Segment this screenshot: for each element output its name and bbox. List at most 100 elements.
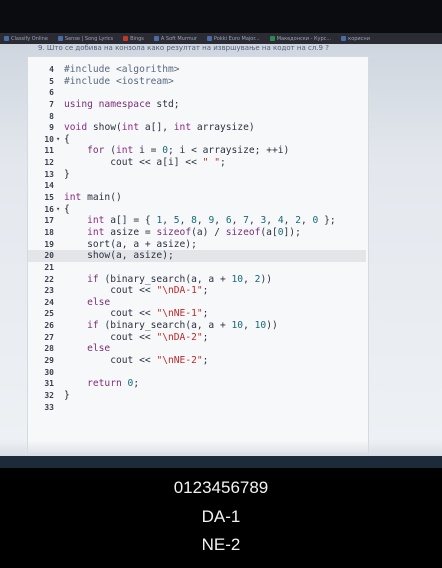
- bookmark-item[interactable]: Македонски - Курс...: [269, 35, 332, 42]
- fold-gutter: [56, 308, 64, 320]
- fold-gutter: [56, 239, 64, 251]
- fold-gutter: [56, 250, 64, 262]
- line-number: 7: [49, 99, 54, 109]
- fold-gutter: [56, 297, 64, 309]
- code-text: show(a, asize);: [87, 250, 174, 262]
- line-number: 8: [49, 111, 54, 121]
- bookmark-favicon-icon: [206, 36, 212, 41]
- code-line: 21: [28, 262, 366, 274]
- code-line: 16 ▾{: [28, 204, 366, 216]
- bookmark-favicon-icon: [269, 36, 275, 41]
- line-number: 27: [44, 332, 54, 342]
- code-text: cout << "\nNE-2";: [110, 355, 209, 367]
- code-line: 10 ▾{: [28, 134, 366, 146]
- line-number: 17: [44, 216, 54, 226]
- code-text: return 0;: [87, 378, 140, 390]
- bookmark-item[interactable]: Classify Online: [4, 36, 48, 42]
- line-number: 5: [49, 76, 54, 86]
- line-number: 26: [44, 321, 54, 331]
- line-number: 10: [44, 134, 54, 144]
- bookmark-item[interactable]: Sense | Song Lyrics: [57, 35, 114, 42]
- fold-gutter: [56, 355, 64, 367]
- code-text: {: [64, 133, 70, 145]
- fold-gutter: [56, 76, 64, 88]
- fold-gutter: [56, 285, 64, 297]
- fold-gutter: [56, 367, 64, 379]
- bookmark-label: Македонски - Курс...: [276, 35, 332, 42]
- bookmark-label: Classify Online: [11, 35, 48, 42]
- output-line-2: DA-1: [201, 507, 241, 526]
- code-line: 20 show(a, asize);: [28, 250, 366, 262]
- bookmark-item[interactable]: Pokki Euro Major...: [206, 36, 260, 42]
- fold-gutter: [56, 215, 64, 227]
- taskbar: [0, 456, 442, 468]
- bookmark-item[interactable]: корисни: [341, 36, 370, 42]
- bookmark-favicon-icon: [153, 36, 159, 41]
- fold-gutter: [56, 332, 64, 344]
- line-number: 31: [44, 379, 54, 389]
- fold-arrow-icon[interactable]: ▾: [56, 204, 64, 216]
- line-number: 14: [44, 181, 54, 191]
- fold-gutter: [56, 390, 64, 402]
- output-line-1: 0123456789: [173, 478, 269, 497]
- fold-gutter: [56, 378, 64, 390]
- code-line: 17 int a[] = { 1, 5, 8, 9, 6, 7, 3, 4, 2…: [28, 215, 366, 227]
- code-text: {: [64, 203, 70, 215]
- code-text: if (binary_search(a, a + 10, 10)): [87, 320, 278, 332]
- bookmark-favicon-icon: [123, 36, 129, 41]
- code-line: 33: [28, 402, 366, 414]
- code-text: int asize = sizeof(a) / sizeof(a[0]);: [87, 226, 301, 238]
- fold-gutter: [56, 111, 64, 123]
- code-line: 22 if (binary_search(a, a + 10, 2)): [28, 274, 366, 286]
- code-text: cout << "\nDA-1";: [110, 285, 209, 297]
- fold-gutter: [56, 320, 64, 332]
- line-number: 23: [44, 286, 54, 296]
- line-number: 29: [44, 356, 54, 366]
- bookmark-label: Sense | Song Lyrics: [64, 35, 114, 42]
- code-text: else: [87, 343, 111, 355]
- fold-arrow-icon[interactable]: ▾: [56, 134, 64, 146]
- line-number: 20: [44, 251, 54, 261]
- fold-gutter: [56, 122, 64, 134]
- line-number: 6: [49, 88, 54, 98]
- code-line: 26 if (binary_search(a, a + 10, 10)): [28, 320, 366, 332]
- code-line: 23 cout << "\nDA-1";: [28, 285, 366, 297]
- line-number: 33: [44, 402, 54, 412]
- bookmark-item[interactable]: Bings: [123, 36, 144, 42]
- bookmark-item[interactable]: A Soft Murmur: [153, 35, 197, 42]
- output-line-3: NE-2: [201, 535, 241, 554]
- code-text: if (binary_search(a, a + 10, 2)): [87, 273, 272, 285]
- line-number: 12: [44, 158, 54, 168]
- code-line: 24 else: [28, 297, 366, 309]
- bookmarks-bar: Classify Online Sense | Song Lyrics Bings A…: [0, 33, 442, 44]
- code-text: }: [64, 168, 70, 180]
- code-line: 12 cout << a[i] << " ";: [28, 157, 366, 169]
- code-text: int main(): [64, 192, 122, 204]
- code-text: int a[] = { 1, 5, 8, 9, 6, 7, 3, 4, 2, 0…: [87, 215, 336, 227]
- line-number: 13: [44, 169, 54, 179]
- line-number: 22: [44, 274, 54, 284]
- bookmark-label: A Soft Murmur: [160, 35, 197, 42]
- code-line: 15 int main(): [28, 192, 366, 204]
- code-text: using namespace std;: [64, 98, 180, 110]
- fold-gutter: [56, 192, 64, 204]
- code-line: 7 using namespace std;: [28, 99, 366, 111]
- line-number: 4: [49, 65, 54, 74]
- line-number: 15: [44, 193, 54, 203]
- fold-gutter: [56, 169, 64, 181]
- code-listing: 4 #include <algorithm> 5 #include <iostream…: [28, 64, 366, 413]
- bookmark-favicon-icon: [4, 36, 9, 41]
- line-number: 21: [44, 262, 54, 272]
- code-line: 8: [28, 111, 366, 123]
- fold-gutter: [56, 402, 64, 414]
- line-number: 32: [44, 390, 54, 400]
- question-text: 9. Што се добива на конзола како резулта…: [38, 44, 329, 52]
- code-text: sort(a, a + asize);: [87, 238, 197, 250]
- code-line: 25 cout << "\nNE-1";: [28, 308, 366, 320]
- code-line: 6: [28, 87, 366, 99]
- code-text: cout << "\nNE-1";: [110, 308, 209, 320]
- fold-gutter: [56, 99, 64, 111]
- code-text: #include <algorithm>: [64, 64, 180, 75]
- line-number: 18: [44, 227, 54, 237]
- fold-gutter: [56, 180, 64, 192]
